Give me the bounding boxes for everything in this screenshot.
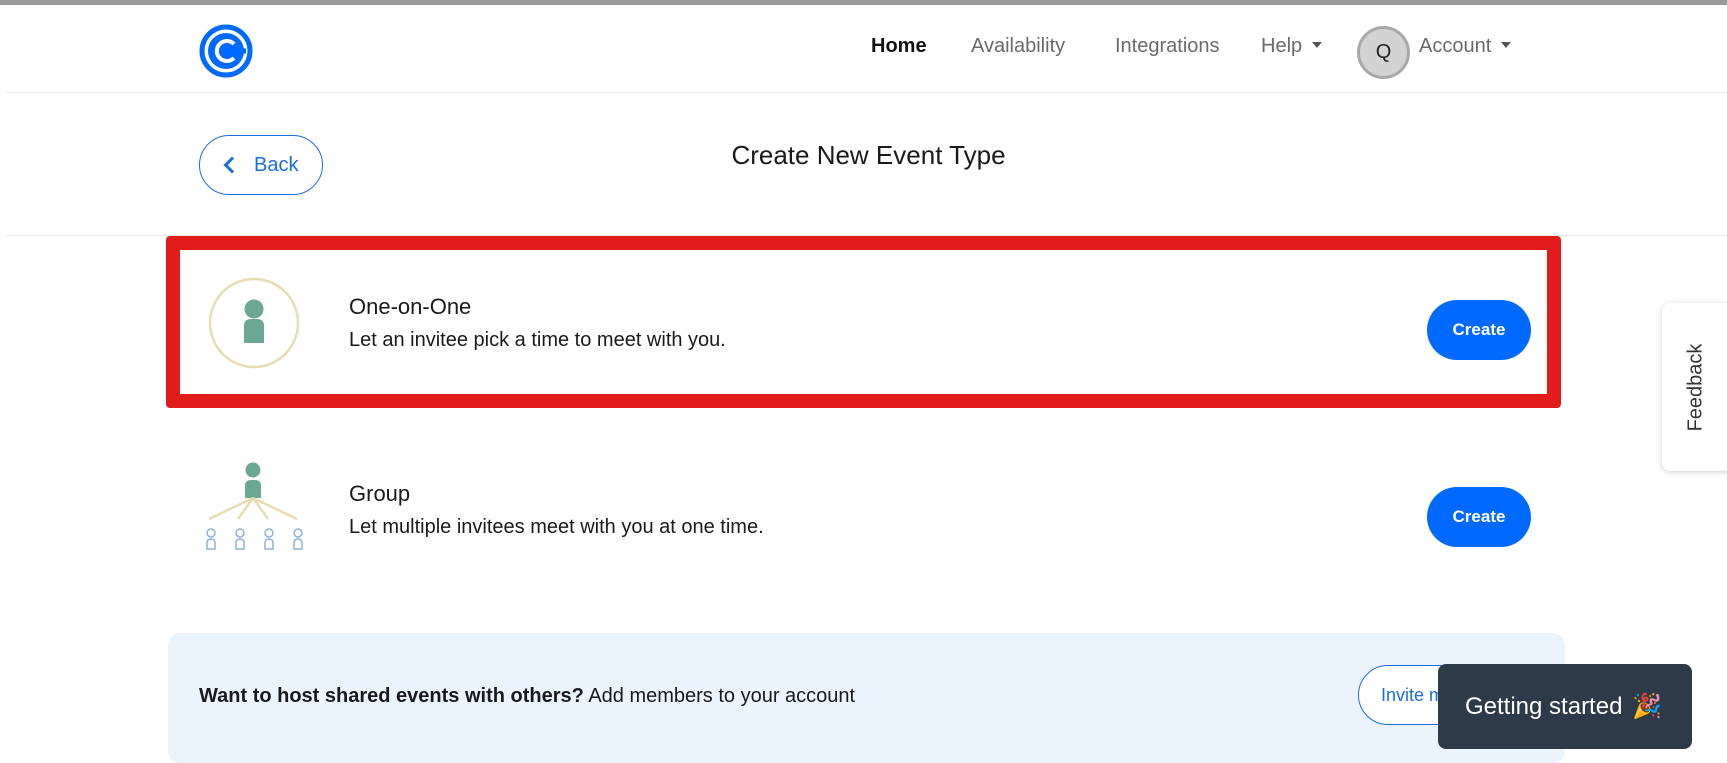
event-type-one-on-one[interactable]: One-on-One Let an invitee pick a time to…	[160, 250, 1560, 400]
nav-integrations[interactable]: Integrations	[1115, 35, 1220, 58]
nav-help-label: Help	[1261, 35, 1303, 57]
getting-started-button[interactable]: Getting started 🎉	[1438, 664, 1692, 749]
party-popper-icon: 🎉	[1632, 693, 1663, 720]
page-title: Create New Event Type	[731, 140, 1006, 170]
event-type-name: Group	[349, 481, 411, 506]
calendly-logo-icon[interactable]	[198, 23, 254, 79]
banner-body-text: Add members to your account	[583, 685, 856, 707]
account-menu[interactable]: Account	[1419, 35, 1512, 58]
banner-bold-text: Want to host shared events with others?	[199, 685, 584, 707]
getting-started-label: Getting started	[1465, 692, 1623, 720]
group-icon	[206, 462, 303, 550]
account-label: Account	[1419, 35, 1492, 57]
banner-text: Want to host shared events with others? …	[199, 685, 855, 708]
create-group-button[interactable]: Create	[1427, 487, 1531, 547]
chevron-down-icon	[1501, 41, 1512, 48]
event-type-name: One-on-One	[349, 294, 472, 319]
event-type-group[interactable]: Group Let multiple invitees meet with yo…	[160, 437, 1560, 587]
feedback-tab[interactable]: Feedback	[1662, 303, 1727, 471]
event-type-description: Let multiple invitees meet with you at o…	[349, 516, 764, 538]
one-on-one-icon	[208, 277, 300, 369]
nav-availability[interactable]: Availability	[971, 35, 1065, 58]
avatar[interactable]: Q	[1357, 26, 1410, 79]
nav-help[interactable]: Help	[1261, 35, 1323, 58]
top-navigation: Home Availability Integrations Help Q Ac…	[6, 5, 1727, 93]
shared-events-banner: Want to host shared events with others? …	[168, 633, 1565, 763]
event-type-description: Let an invitee pick a time to meet with …	[349, 329, 726, 351]
create-one-on-one-button[interactable]: Create	[1427, 300, 1531, 360]
chevron-down-icon	[1312, 41, 1323, 48]
feedback-label: Feedback	[1684, 343, 1707, 431]
avatar-initial: Q	[1375, 41, 1392, 63]
nav-home[interactable]: Home	[871, 35, 927, 58]
